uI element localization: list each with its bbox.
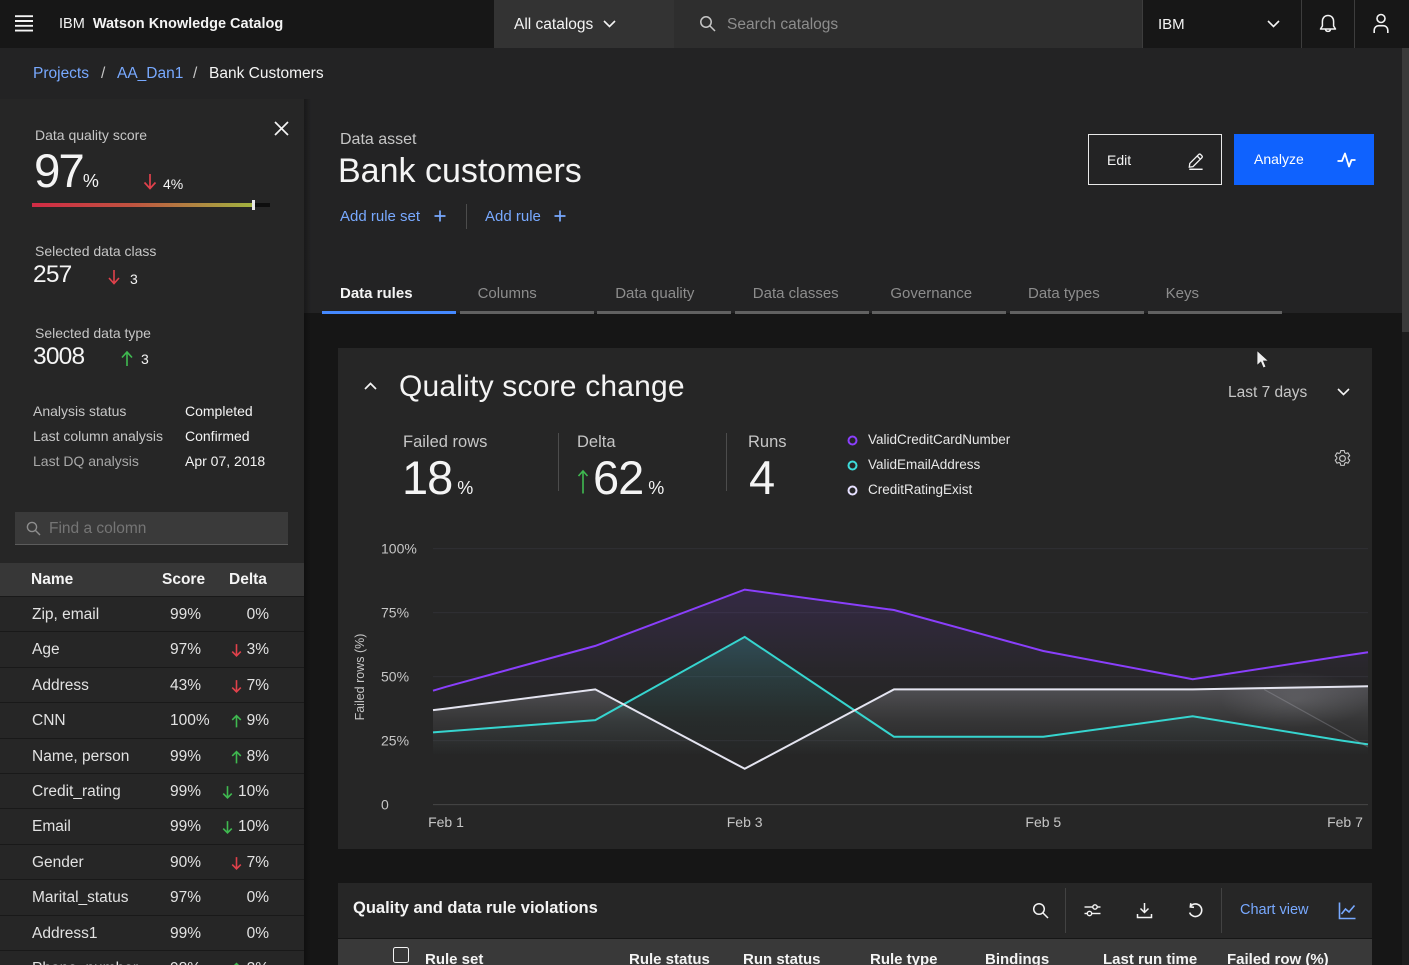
svg-text:50%: 50% <box>381 669 409 685</box>
svg-text:Feb 3: Feb 3 <box>727 814 763 830</box>
svg-text:Feb 5: Feb 5 <box>1025 814 1061 830</box>
svg-text:Feb 7: Feb 7 <box>1327 814 1363 830</box>
svg-text:25%: 25% <box>381 733 409 749</box>
svg-text:75%: 75% <box>381 605 409 621</box>
svg-text:0: 0 <box>381 797 389 813</box>
svg-text:Failed rows (%): Failed rows (%) <box>353 634 367 721</box>
svg-text:Feb 1: Feb 1 <box>428 814 464 830</box>
svg-text:100%: 100% <box>381 541 417 557</box>
